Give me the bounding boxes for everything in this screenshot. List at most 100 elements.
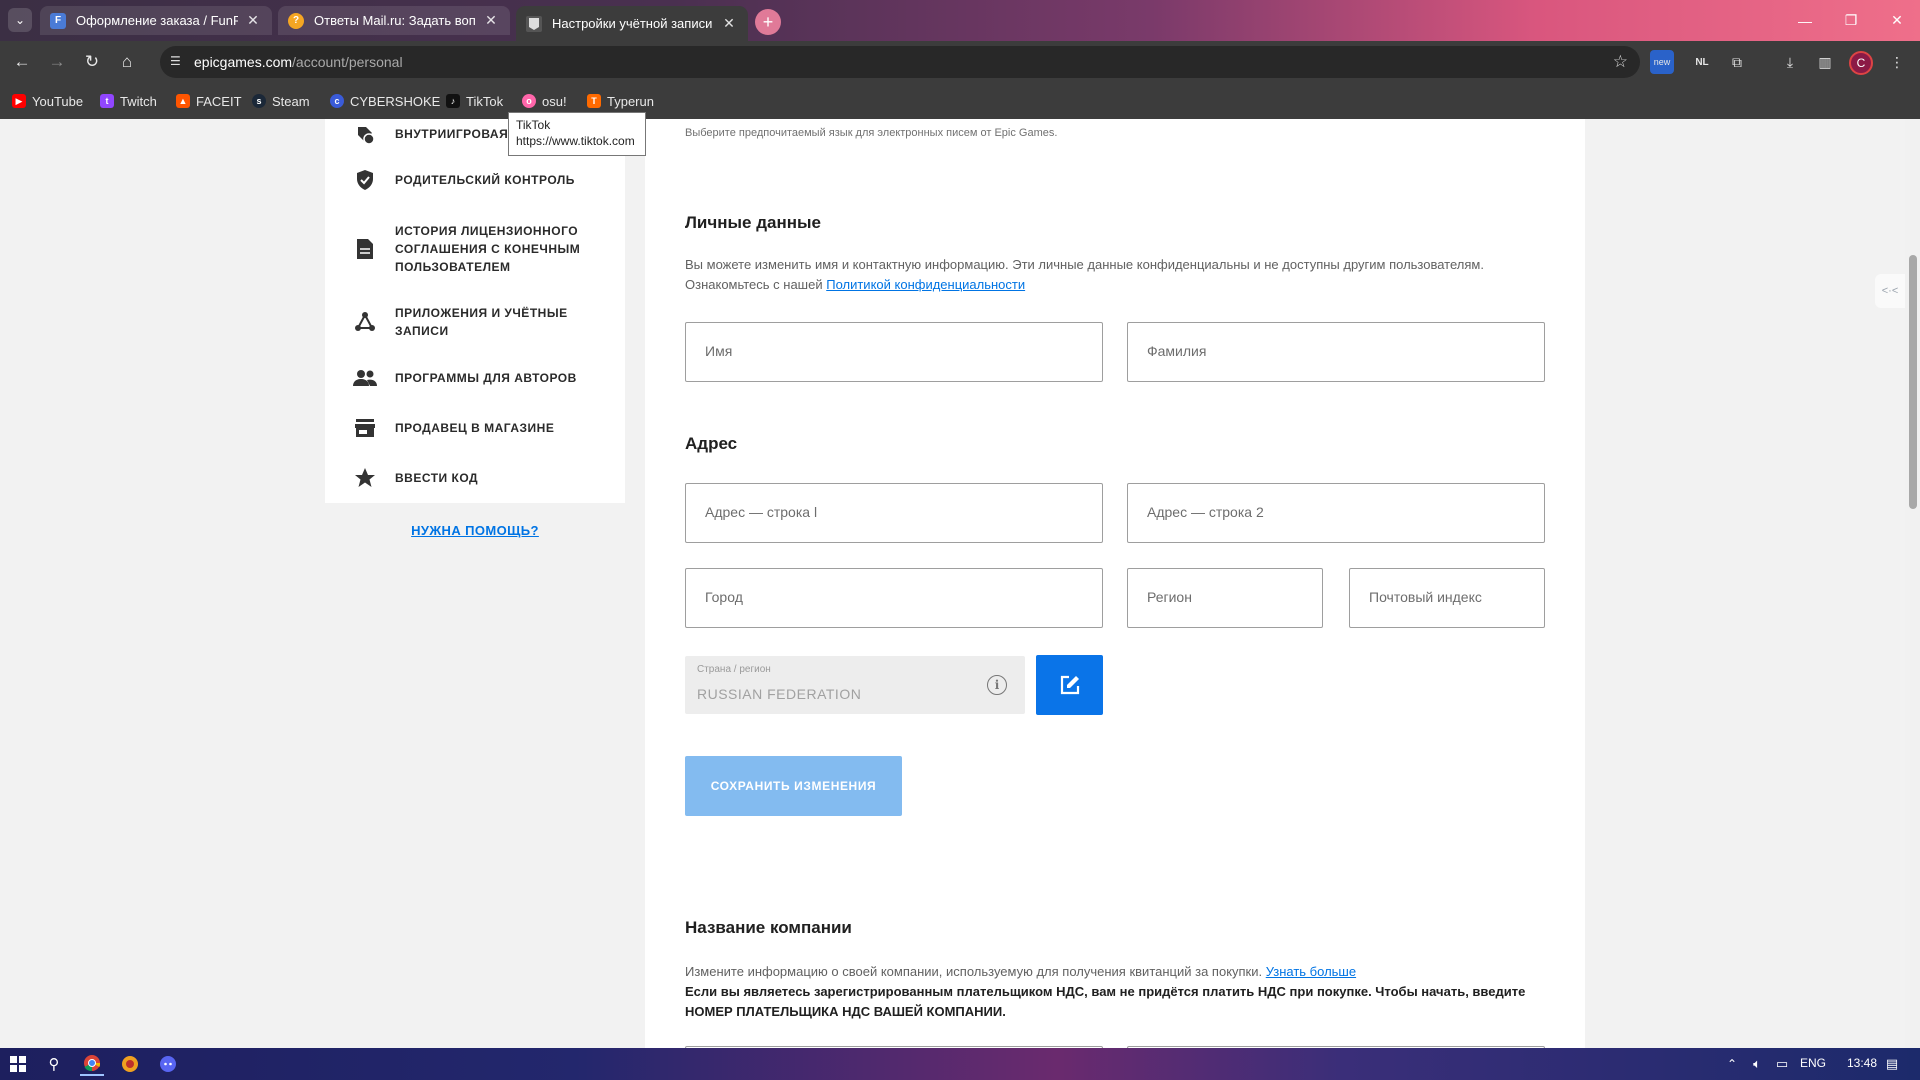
personal-section-description: Вы можете изменить имя и контактную инфо… — [685, 257, 1484, 292]
scrollbar-thumb[interactable] — [1909, 255, 1917, 509]
last-name-placeholder: Фамилия — [1147, 343, 1207, 359]
language-description: Выберите предпочитаемый язык для электро… — [685, 127, 1058, 139]
osu-taskbar-icon[interactable] — [118, 1052, 142, 1076]
address-line1-field[interactable]: Адрес — строка l — [685, 483, 1103, 543]
region-field[interactable]: Регион — [1127, 568, 1323, 628]
forward-button[interactable]: → — [43, 48, 71, 76]
document-icon — [353, 237, 377, 261]
tab-title: Ответы Mail.ru: Задать вопрос — [314, 13, 476, 28]
address-bar[interactable]: ☰ epicgames.com/account/personal ☆ — [160, 46, 1640, 78]
extensions-puzzle-icon[interactable]: ⧉ — [1725, 50, 1749, 74]
notifications-icon[interactable]: ▤ — [1880, 1052, 1904, 1076]
bookmark-twitch[interactable]: t Twitch — [100, 92, 157, 110]
tiktok-icon: ♪ — [446, 94, 460, 108]
tab-funpay[interactable]: F Оформление заказа / FunPay ✕ — [40, 6, 272, 35]
system-clock[interactable]: 13:48 — [1847, 1056, 1877, 1070]
bookmark-star-icon[interactable]: ☆ — [1613, 52, 1628, 72]
sidebar-item-label: Программы для авторов — [395, 371, 577, 385]
edit-country-button[interactable] — [1036, 655, 1103, 715]
close-window-button[interactable]: ✕ — [1874, 0, 1920, 41]
tab-search-button[interactable]: ⌄ — [8, 8, 32, 32]
bookmark-tiktok[interactable]: ♪ TikTok — [446, 92, 503, 110]
bookmark-osu[interactable]: o osu! — [522, 92, 567, 110]
close-tab-icon[interactable]: ✕ — [720, 15, 738, 33]
extension-nl-icon[interactable]: NL — [1690, 50, 1714, 74]
new-tab-button[interactable]: + — [755, 9, 781, 35]
restore-button[interactable]: ❐ — [1828, 0, 1874, 41]
sidebar-item-label: Ввести код — [395, 471, 479, 485]
discord-taskbar-icon[interactable] — [156, 1052, 180, 1076]
profile-avatar[interactable]: C — [1849, 51, 1873, 75]
steam-icon: s — [252, 94, 266, 108]
url-text: epicgames.com/account/personal — [194, 54, 403, 70]
bookmark-faceit[interactable]: ▲ FACEIT — [176, 92, 242, 110]
learn-more-link[interactable]: Узнать больше — [1266, 964, 1356, 979]
side-panel-icon[interactable]: ▥ — [1813, 50, 1837, 74]
epic-favicon-icon — [526, 15, 542, 32]
back-button[interactable]: ← — [8, 48, 36, 76]
privacy-policy-link[interactable]: Политикой конфиденциальности — [826, 277, 1025, 292]
sidebar-item-store-seller[interactable]: Продавец в магазине — [325, 415, 625, 441]
menu-kebab-icon[interactable]: ⋮ — [1885, 50, 1909, 74]
browser-toolbar: ← → ↻ ⌂ ☰ epicgames.com/account/personal… — [0, 41, 1920, 83]
sidebar-item-parental-controls[interactable]: Родительский контроль — [325, 167, 625, 193]
floating-side-tab[interactable]: <·< — [1875, 274, 1905, 308]
extension-new-icon[interactable]: new — [1650, 50, 1674, 74]
close-tab-icon[interactable]: ✕ — [244, 12, 262, 30]
faceit-icon: ▲ — [176, 94, 190, 108]
tab-strip: ⌄ F Оформление заказа / FunPay ✕ ? Ответ… — [0, 0, 1920, 41]
site-info-icon[interactable]: ☰ — [170, 54, 186, 70]
sidebar-item-label: Родительский контроль — [395, 173, 575, 187]
minimize-button[interactable]: — — [1782, 0, 1828, 41]
connections-icon — [353, 310, 377, 334]
country-region-field: Страна / регион RUSSIAN FEDERATION i — [685, 656, 1025, 714]
tab-epic-settings[interactable]: Настройки учётной записи ✕ — [516, 6, 748, 41]
address-line1-placeholder: Адрес — строка l — [705, 504, 818, 520]
sidebar-item-redeem-code[interactable]: Ввести код — [325, 465, 625, 491]
city-placeholder: Город — [705, 589, 743, 605]
bookmark-youtube[interactable]: ▶ YouTube — [12, 92, 83, 110]
star-icon — [353, 466, 377, 490]
search-icon[interactable]: ⚲ — [42, 1052, 66, 1076]
postal-code-field[interactable]: Почтовый индекс — [1349, 568, 1545, 628]
last-name-field[interactable]: Фамилия — [1127, 322, 1545, 382]
save-changes-button[interactable]: СОХРАНИТЬ ИЗМЕНЕНИЯ — [685, 756, 902, 816]
region-placeholder: Регион — [1147, 589, 1192, 605]
postal-code-placeholder: Почтовый индекс — [1369, 589, 1482, 605]
city-field[interactable]: Город — [685, 568, 1103, 628]
funpay-favicon-icon: F — [50, 12, 66, 29]
page-scrollbar[interactable] — [1905, 119, 1920, 1048]
input-language[interactable]: ENG — [1800, 1056, 1826, 1070]
company-section-description: Измените информацию о своей компании, ис… — [685, 964, 1526, 1019]
osu-icon: o — [522, 94, 536, 108]
need-help-link[interactable]: НУЖНА ПОМОЩЬ? — [325, 523, 625, 538]
chrome-taskbar-icon[interactable] — [80, 1052, 104, 1076]
home-button[interactable]: ⌂ — [113, 48, 141, 76]
bookmark-steam[interactable]: s Steam — [252, 92, 310, 110]
bookmark-cybershoke[interactable]: c CYBERSHOKE — [330, 92, 440, 110]
windows-start-icon[interactable] — [6, 1052, 30, 1076]
personal-settings-panel: Выберите предпочитаемый язык для электро… — [645, 119, 1585, 1048]
bookmark-tooltip: TikTok https://www.tiktok.com — [508, 112, 646, 156]
account-sidebar: Внутриигровая в Родительский контроль Ис… — [325, 119, 625, 503]
info-icon[interactable]: i — [987, 675, 1007, 695]
tab-mailru[interactable]: ? Ответы Mail.ru: Задать вопрос ✕ — [278, 6, 510, 35]
reload-button[interactable]: ↻ — [78, 48, 106, 76]
sidebar-item-creator-programs[interactable]: Программы для авторов — [325, 365, 625, 391]
address-line2-field[interactable]: Адрес — строка 2 — [1127, 483, 1545, 543]
address-line2-placeholder: Адрес — строка 2 — [1147, 504, 1264, 520]
tray-chevron-icon[interactable]: ⌃ — [1720, 1052, 1744, 1076]
downloads-icon[interactable]: ⤓ — [1778, 50, 1802, 74]
twitch-icon: t — [100, 94, 114, 108]
first-name-field[interactable]: Имя — [685, 322, 1103, 382]
country-value: RUSSIAN FEDERATION — [697, 686, 862, 702]
company-section-title: Название компании — [685, 918, 852, 937]
sidebar-item-eula-history[interactable]: История лицензионного соглашения с конеч… — [325, 221, 625, 277]
ingame-currency-icon — [353, 122, 377, 146]
volume-icon[interactable]: 🔈︎ — [1745, 1052, 1769, 1076]
close-tab-icon[interactable]: ✕ — [482, 12, 500, 30]
tab-title: Настройки учётной записи — [552, 16, 713, 31]
network-icon[interactable]: ▭ — [1770, 1052, 1794, 1076]
sidebar-item-apps-accounts[interactable]: Приложения и учётные записи — [325, 303, 625, 341]
bookmark-typerun[interactable]: T Typerun — [587, 92, 654, 110]
